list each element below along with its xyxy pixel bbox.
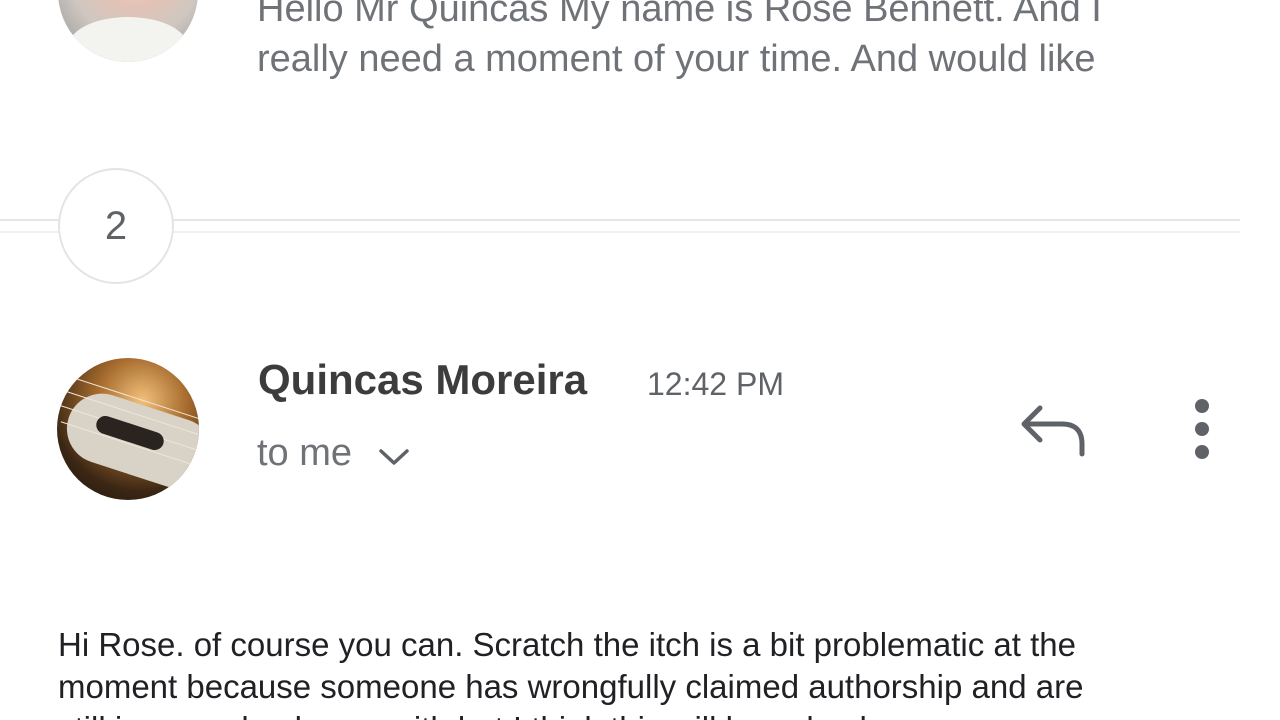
recipient-label: to me <box>257 432 353 474</box>
previous-message-snippet[interactable]: Hello Mr Quincas My name is Rose Bennett… <box>257 0 1237 84</box>
email-thread-view: Hello Mr Quincas My name is Rose Bennett… <box>0 0 1280 720</box>
sender-name[interactable]: Quincas Moreira <box>258 356 587 404</box>
chevron-down-icon <box>379 448 409 465</box>
sender-avatar[interactable] <box>57 358 199 500</box>
avatar-shoulder-shape <box>68 17 188 62</box>
recipient-details-toggle[interactable]: to me <box>257 432 410 475</box>
collapsed-messages-divider <box>0 219 1240 233</box>
reply-icon[interactable] <box>1018 400 1088 460</box>
collapsed-messages-count-button[interactable]: 2 <box>58 168 174 284</box>
previous-sender-avatar[interactable] <box>58 0 198 62</box>
message-body: Hi Rose. of course you can. Scratch the … <box>58 626 1084 720</box>
message-time: 12:42 PM <box>647 366 784 402</box>
more-vert-icon[interactable] <box>1184 396 1220 462</box>
